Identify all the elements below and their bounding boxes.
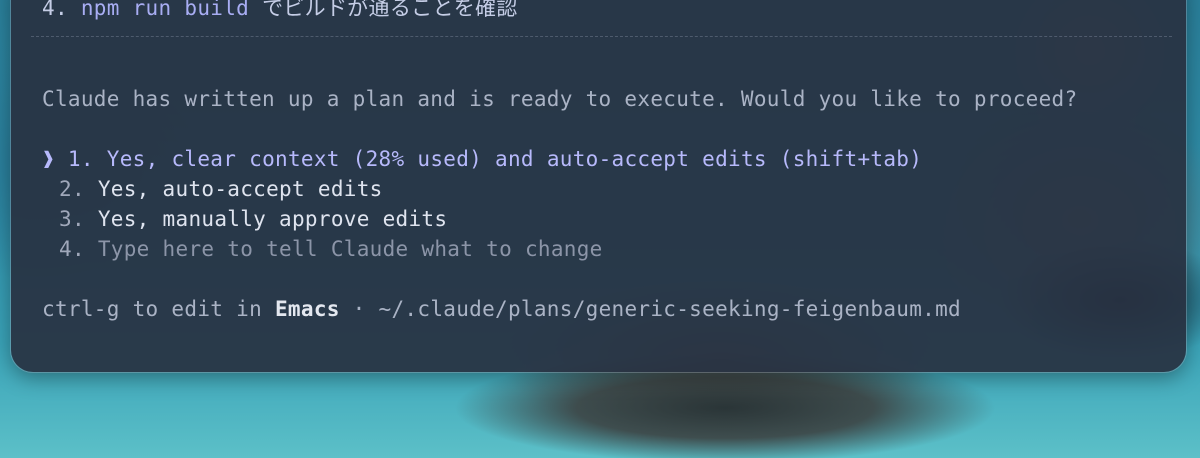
- option-clear-context-auto-accept[interactable]: ❱ 1. Yes, clear context (28% used) and a…: [42, 145, 922, 173]
- option-label: Yes, clear context (28% used) and auto-a…: [106, 147, 923, 171]
- terminal-panel: 4. npm run build でビルドが通ることを確認 Claude has…: [11, 0, 1186, 372]
- selection-cursor-icon: ❱: [42, 147, 55, 171]
- plan-file-path: ~/.claude/plans/generic-seeking-feigenba…: [378, 297, 961, 321]
- option-number: 2.: [59, 177, 85, 201]
- option-auto-accept[interactable]: 2. Yes, auto-accept edits: [59, 175, 383, 203]
- plan-step-code: npm run build: [80, 0, 250, 20]
- plan-step-text: でビルドが通ることを確認: [262, 0, 518, 20]
- option-number: 3.: [59, 207, 85, 231]
- option-number: 4.: [59, 237, 85, 261]
- option-number: 1.: [67, 147, 94, 171]
- plan-step-line: 4. npm run build でビルドが通ることを確認: [42, 0, 518, 22]
- divider: [31, 36, 1172, 37]
- option-manually-approve[interactable]: 3. Yes, manually approve edits: [59, 205, 447, 233]
- option-label: Yes, manually approve edits: [97, 207, 448, 231]
- hint-separator: ·: [339, 297, 379, 321]
- option-label: Yes, auto-accept edits: [97, 177, 383, 201]
- hint-editor-name: Emacs: [274, 297, 340, 321]
- option-tell-claude-input[interactable]: 4. Type here to tell Claude what to chan…: [59, 235, 603, 263]
- option-label: Type here to tell Claude what to change: [97, 237, 603, 261]
- plan-step-number: 4.: [42, 0, 68, 20]
- edit-hint: ctrl-g to edit in Emacs · ~/.claude/plan…: [42, 295, 961, 323]
- hint-prefix: ctrl-g to edit in: [42, 297, 275, 321]
- proceed-prompt: Claude has written up a plan and is read…: [42, 87, 1078, 111]
